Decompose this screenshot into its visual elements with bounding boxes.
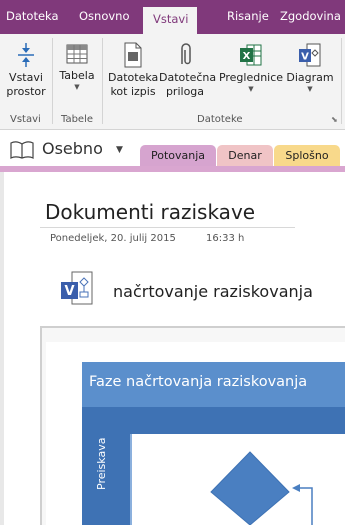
attachment-name[interactable]: načrtovanje raziskovanja <box>113 282 313 301</box>
chevron-down-icon: ▼ <box>248 85 254 93</box>
page-title[interactable]: Dokumenti raziskave <box>45 200 255 224</box>
svg-text:X: X <box>243 51 251 62</box>
tab-osnovno[interactable]: Osnovno <box>79 9 130 23</box>
section-tab-label: Splošno <box>285 149 329 162</box>
chevron-down-icon[interactable]: ▼ <box>116 145 123 155</box>
spreadsheet-button[interactable]: X Preglednice ▼ <box>218 42 284 93</box>
table-label: Tabela <box>59 69 95 82</box>
insert-space-label: Vstavi prostor <box>6 71 46 98</box>
insert-space-icon <box>18 43 34 67</box>
diagram-band-border <box>130 431 345 434</box>
ribbon: Vstavi prostor Tabela ▼ Datoteka kot izp… <box>0 34 345 130</box>
notebook-bar: Osebno ▼ Potovanja Denar Splošno <box>0 131 345 167</box>
tab-vstavi[interactable]: Vstavi <box>143 7 197 34</box>
paperclip-icon <box>181 43 191 65</box>
excel-icon: X <box>240 44 262 66</box>
section-tab-label: Potovanja <box>150 149 206 162</box>
insert-space-button[interactable]: Vstavi prostor <box>4 42 48 99</box>
diagram-shapes <box>210 451 313 525</box>
page-date: Ponedeljek, 20. julij 2015 <box>50 233 176 244</box>
section-tab-denar[interactable]: Denar <box>217 145 273 167</box>
file-printout-button[interactable]: Datoteka kot izpis <box>108 42 158 99</box>
svg-text:V: V <box>64 284 74 299</box>
ribbon-tab-bar: Datoteka Osnovno Vstavi Risanje Zgodovin… <box>0 0 345 34</box>
svg-text:V: V <box>301 52 309 63</box>
diagram-button[interactable]: V Diagram ▼ <box>286 42 334 93</box>
chevron-down-icon: ▼ <box>74 83 80 91</box>
decision-diamond-shape <box>210 451 290 525</box>
diagram-label: Diagram <box>286 71 334 84</box>
title-underline <box>40 227 295 228</box>
section-tab-label: Denar <box>228 149 262 162</box>
file-attachment-label: Datotečna priloga <box>159 71 217 98</box>
swimlane-divider <box>130 434 132 525</box>
connector-arrow <box>298 487 313 525</box>
group-separator <box>52 38 53 124</box>
diagram-banner-band <box>82 407 345 431</box>
notebook-icon <box>10 141 34 159</box>
file-printout-label: Datoteka kot izpis <box>108 71 159 98</box>
group-label-vstavi: Vstavi <box>10 114 41 125</box>
arrow-head <box>292 484 300 492</box>
file-attachment-button[interactable]: Datotečna priloga <box>159 42 217 99</box>
tab-datoteka[interactable]: Datoteka <box>6 9 59 23</box>
tab-zgodovina[interactable]: Zgodovina <box>280 9 341 23</box>
group-separator <box>102 38 103 124</box>
group-separator <box>341 38 342 124</box>
group-launcher-icon[interactable]: ⬊ <box>331 115 338 124</box>
page-time: 16:33 h <box>206 233 245 244</box>
diagram-banner: Faze načrtovanja raziskovanja <box>82 362 345 407</box>
visio-file-icon[interactable]: V <box>60 270 96 308</box>
table-button[interactable]: Tabela ▼ <box>57 42 97 91</box>
spreadsheet-label: Preglednice <box>218 71 284 84</box>
section-tab-potovanja[interactable]: Potovanja <box>140 145 216 167</box>
group-label-tabele: Tabele <box>61 114 94 125</box>
section-tab-splosno[interactable]: Splošno <box>274 145 340 167</box>
table-icon <box>66 44 88 64</box>
chevron-down-icon: ▼ <box>307 85 313 93</box>
tab-risanje[interactable]: Risanje <box>227 9 269 23</box>
swimlane-label: Preiskava <box>95 437 108 490</box>
group-label-datoteke: Datoteke <box>197 114 243 125</box>
visio-icon: V <box>299 43 321 67</box>
notebook-name[interactable]: Osebno <box>42 139 103 158</box>
file-printout-icon <box>124 42 142 68</box>
